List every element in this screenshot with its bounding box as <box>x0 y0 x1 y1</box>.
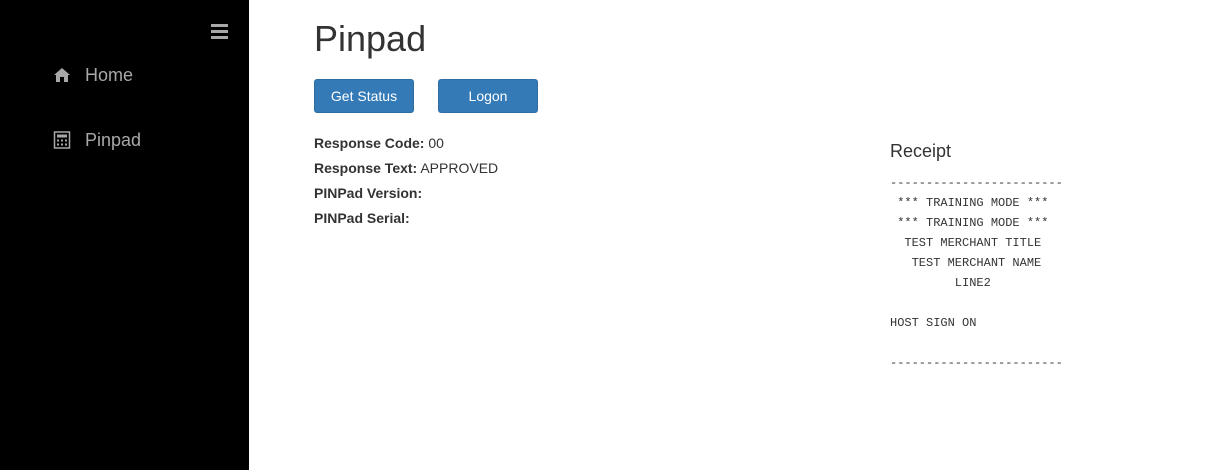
page-title: Pinpad <box>314 18 427 59</box>
pinpad-serial-field: PINPad Serial: <box>314 210 410 226</box>
logon-button[interactable]: Logon <box>438 79 538 113</box>
home-icon <box>53 66 71 84</box>
field-label: PINPad Version: <box>314 185 423 201</box>
sidebar: Home Pinpad <box>0 0 249 470</box>
get-status-button[interactable]: Get Status <box>314 79 414 113</box>
field-label: Response Text: <box>314 160 418 176</box>
pinpad-version-field: PINPad Version: <box>314 185 422 201</box>
sidebar-item-pinpad[interactable]: Pinpad <box>53 128 141 152</box>
field-value: APPROVED <box>420 160 499 176</box>
hamburger-menu-icon[interactable] <box>211 24 228 39</box>
sidebar-item-label: Home <box>85 64 134 85</box>
receipt-text: ------------------------ *** TRAINING MO… <box>890 176 1063 370</box>
receipt-title: Receipt <box>890 141 952 161</box>
response-code-field: Response Code: 00 <box>314 135 444 151</box>
response-text-field: Response Text: APPROVED <box>314 160 498 176</box>
sidebar-item-home[interactable]: Home <box>53 63 133 87</box>
sidebar-item-label: Pinpad <box>85 129 142 150</box>
field-label: PINPad Serial: <box>314 210 410 226</box>
field-label: Response Code: <box>314 135 425 151</box>
field-value: 00 <box>428 135 444 151</box>
calculator-icon <box>53 131 71 149</box>
